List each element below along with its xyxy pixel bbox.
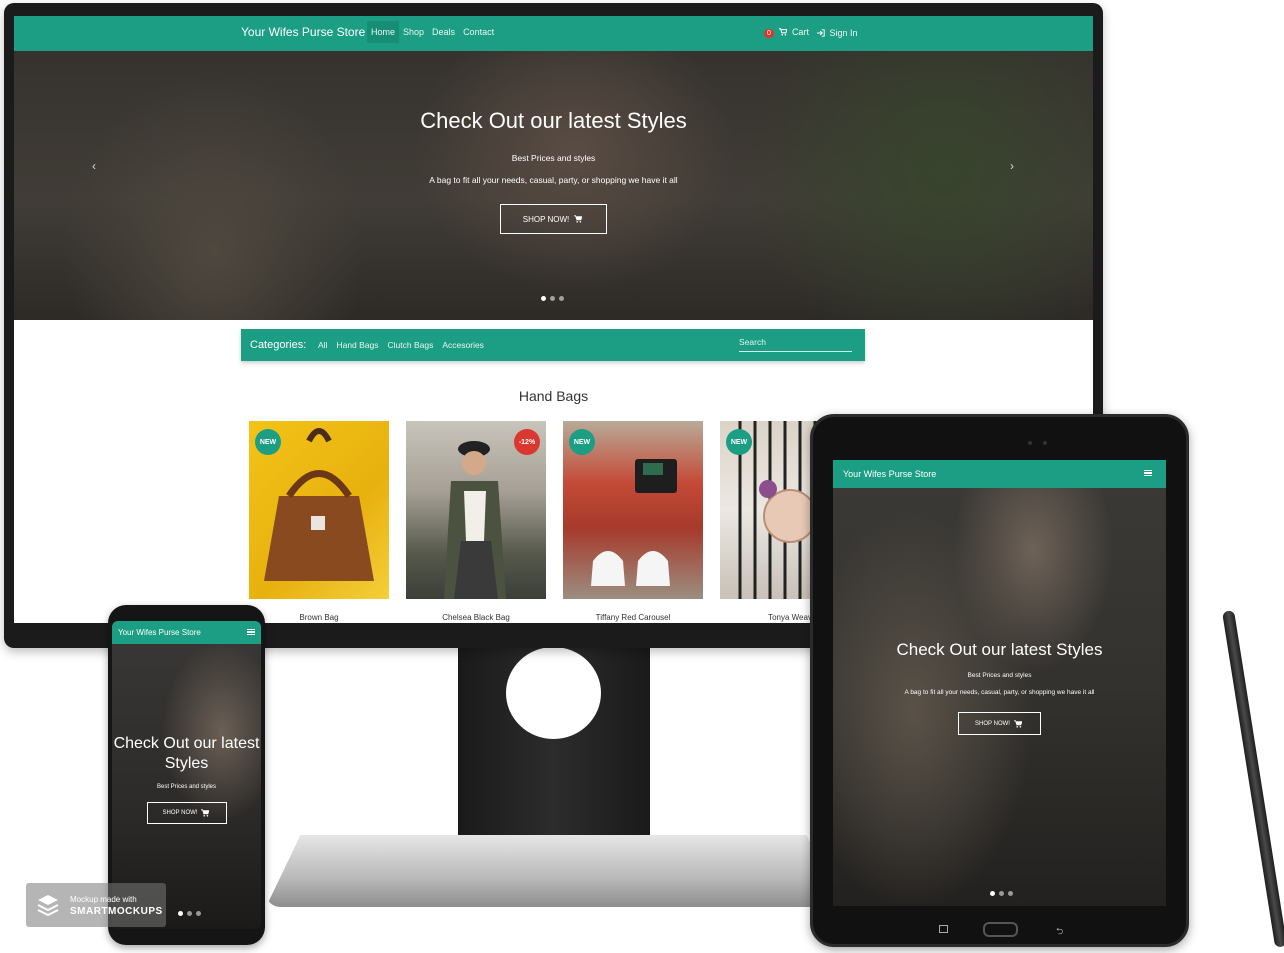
monitor-stand-base [266,835,841,907]
product-badge: NEW [255,429,281,455]
carousel-dot[interactable] [196,911,201,916]
product-image[interactable]: NEW [249,421,389,599]
product-badge: NEW [569,429,595,455]
back-icon[interactable]: ⮌ [1056,924,1063,940]
carousel-dot[interactable] [178,911,183,916]
nav-links: Home Shop Deals Contact [367,21,498,43]
tablet-hero-description: A bag to fit all your needs, casual, par… [904,689,1095,696]
desktop-navbar: Your Wifes Purse Store Home Shop Deals C… [14,16,1093,51]
product-name[interactable]: Chelsea Black Bag [406,613,546,622]
hamburger-menu-icon[interactable] [1144,470,1152,476]
recent-apps-icon[interactable] [939,925,948,933]
tablet-carousel-indicators [990,891,1013,896]
tablet-screen: Your Wifes Purse Store Check Out our lat… [833,460,1166,906]
nav-link-shop[interactable]: Shop [399,21,428,43]
tablet-shop-now-label: SHOP NOW! [975,720,1010,727]
product-badge: -12% [514,429,540,455]
carousel-dot[interactable] [990,891,995,896]
stylus-pen [1222,610,1284,948]
hero-description: A bag to fit all your needs, casual, par… [429,175,678,185]
phone-carousel-indicators [178,911,201,916]
carousel-dot[interactable] [559,296,564,301]
categories-bar: Categories: All Hand Bags Clutch Bags Ac… [241,329,865,361]
product-grid: NEW Brown Bag -12% Chelsea Black Bag NEW… [249,421,860,622]
tablet-hero-title: Check Out our latest Styles [896,640,1103,659]
product-name[interactable]: Tiffany Red Carousel [563,613,703,622]
product-badge: NEW [726,429,752,455]
categories-label: Categories: [250,339,307,351]
watermark-line1: Mockup made with [70,895,137,904]
cart-icon [779,28,788,36]
phone-hero-subtitle: Best Prices and styles [156,784,217,790]
category-hand-bags[interactable]: Hand Bags [336,340,378,350]
tablet-camera [1028,441,1032,445]
nav-link-home[interactable]: Home [367,21,400,43]
shop-now-label: SHOP NOW! [522,214,570,224]
cart-icon [574,215,583,223]
hamburger-menu-icon[interactable] [247,629,255,635]
section-title: Hand Bags [518,388,589,404]
tablet-shop-now-button[interactable]: SHOP NOW! [958,712,1041,735]
tablet-brand-logo[interactable]: Your Wifes Purse Store [843,469,936,479]
phone-navbar: Your Wifes Purse Store [112,621,261,644]
carousel-indicators [541,296,564,301]
tablet-navbar: Your Wifes Purse Store [833,460,1166,488]
cart-icon [201,809,210,817]
product-card[interactable]: NEW Tiffany Red Carousel [563,421,703,622]
smartmockups-watermark: Mockup made with SMARTMOCKUPS [26,883,166,927]
cart-count-badge: 0 [764,29,774,38]
watermark-line2: SMARTMOCKUPS [70,906,163,917]
carousel-dot[interactable] [187,911,192,916]
shop-now-button[interactable]: SHOP NOW! [500,204,607,234]
category-all[interactable]: All [318,340,327,350]
search-input[interactable]: Search [739,337,852,352]
category-clutch-bags[interactable]: Clutch Bags [388,340,434,350]
phone-shop-now-label: SHOP NOW! [162,810,198,816]
product-card[interactable]: NEW Brown Bag [249,421,389,622]
tablet-device: Your Wifes Purse Store Check Out our lat… [810,414,1189,947]
cart-link[interactable]: 0 Cart [764,27,809,38]
nav-right: 0 Cart Sign In [764,27,858,38]
tablet-sensor [1043,441,1047,445]
tablet-hero-subtitle: Best Prices and styles [967,672,1032,679]
phone-brand-logo[interactable]: Your Wifes Purse Store [118,628,201,637]
layers-icon [37,895,59,917]
nav-link-contact[interactable]: Contact [459,21,498,43]
monitor-stand-hole [506,647,601,739]
category-links: All Hand Bags Clutch Bags Accesories [318,340,484,350]
hero-subtitle: Best Prices and styles [511,153,596,163]
nav-link-deals[interactable]: Deals [428,21,459,43]
product-name[interactable]: Brown Bag [249,613,389,622]
category-accesories[interactable]: Accesories [442,340,484,350]
hero-carousel: ‹ › Check Out our latest Styles Best Pri… [14,51,1093,320]
carousel-dot[interactable] [541,296,546,301]
phone-shop-now-button[interactable]: SHOP NOW! [147,802,227,824]
mockup-stage: Your Wifes Purse Store Home Shop Deals C… [0,0,1284,953]
carousel-dot[interactable] [550,296,555,301]
cart-icon [1013,719,1022,728]
phone-hero-title: Check Out our latest Styles [113,735,260,772]
signin-link[interactable]: Sign In [816,27,858,38]
sign-in-icon [816,28,825,37]
carousel-dot[interactable] [999,891,1004,896]
hero-title: Check Out our latest Styles [420,108,687,133]
hero-content: ‹ › Check Out our latest Styles Best Pri… [14,51,1093,320]
product-image[interactable]: -12% [406,421,546,599]
brand-logo[interactable]: Your Wifes Purse Store [241,25,365,39]
carousel-dot[interactable] [1008,891,1013,896]
product-image[interactable]: NEW [563,421,703,599]
cart-label: Cart [791,27,809,37]
signin-label: Sign In [829,27,858,38]
product-card[interactable]: -12% Chelsea Black Bag [406,421,546,622]
home-button[interactable] [983,922,1018,937]
